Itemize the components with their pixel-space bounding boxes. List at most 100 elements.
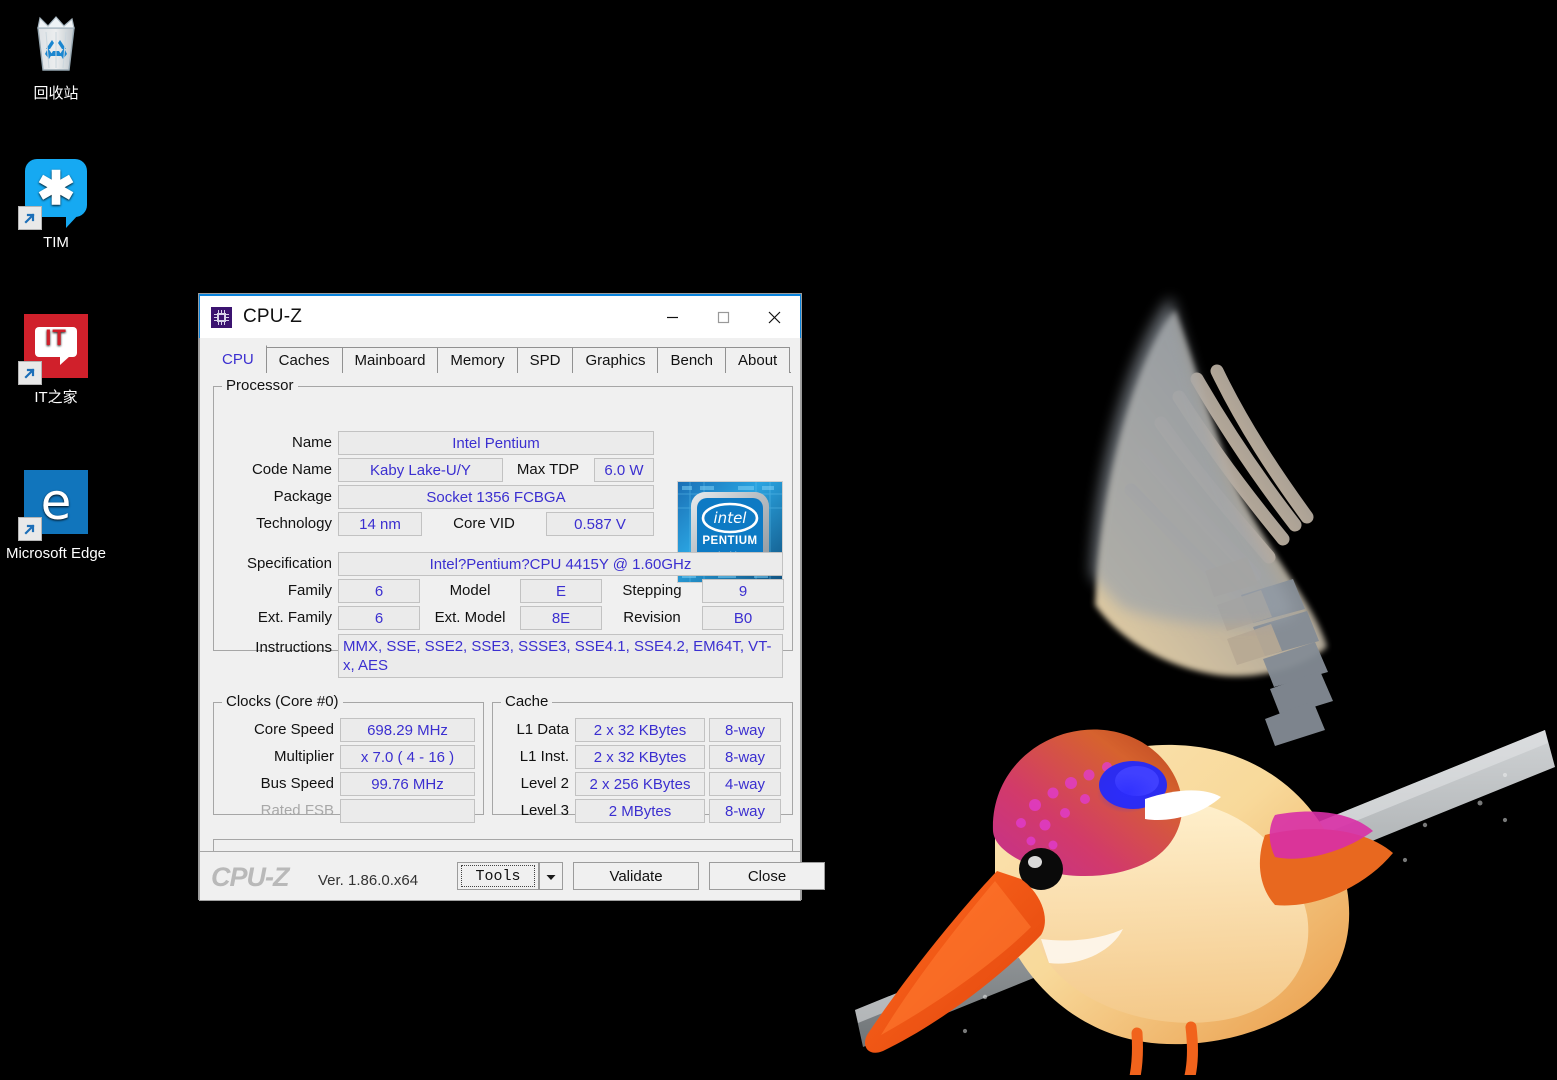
desktop-icon-label: 回收站: [33, 85, 79, 102]
technology-label: Technology: [256, 515, 332, 532]
clocks-group-legend: Clocks (Core #0): [222, 693, 343, 710]
tab-mainboard[interactable]: Mainboard: [341, 347, 439, 373]
core-vid-value: 0.587 V: [546, 512, 654, 536]
desktop-icon-label: Microsoft Edge: [5, 545, 107, 562]
l1-inst-value: 2 x 32 KBytes: [575, 745, 705, 769]
window-footer: CPU-Z Ver. 1.86.0.x64 Tools Validate Clo…: [200, 851, 825, 900]
code-name-label: Code Name: [251, 461, 332, 478]
family-value: 6: [338, 579, 420, 603]
level3-value: 2 MBytes: [575, 799, 705, 823]
tab-cpu[interactable]: CPU: [209, 345, 267, 373]
chevron-down-icon: [546, 868, 556, 885]
tools-button[interactable]: Tools: [457, 862, 539, 890]
close-button-label: Close: [747, 867, 787, 885]
model-value: E: [520, 579, 602, 603]
tab-bar: CPU Caches Mainboard Memory SPD Graphics…: [209, 345, 791, 373]
l1-inst-ways: 8-way: [709, 745, 781, 769]
tab-about[interactable]: About: [725, 347, 791, 373]
maximize-button[interactable]: [698, 296, 749, 338]
family-label: Family: [287, 582, 332, 599]
instructions-value: MMX, SSE, SSE2, SSE3, SSSE3, SSE4.1, SSE…: [338, 634, 783, 678]
ext-family-value: 6: [338, 606, 420, 630]
desktop-icon-microsoft-edge[interactable]: e Microsoft Edge: [0, 468, 112, 563]
bus-speed-value: 99.76 MHz: [340, 772, 475, 796]
window-title: CPU-Z: [243, 306, 303, 327]
technology-value: 14 nm: [338, 512, 422, 536]
ithome-badge-text: IT: [45, 325, 67, 350]
desktop-icon-recycle-bin[interactable]: 回收站: [0, 10, 112, 103]
tab-graphics[interactable]: Graphics: [572, 347, 659, 373]
stepping-value: 9: [702, 579, 784, 603]
bus-speed-label: Bus Speed: [260, 775, 334, 792]
multiplier-label: Multiplier: [273, 748, 334, 765]
microsoft-edge-icon: e: [18, 470, 90, 541]
level2-label: Level 2: [520, 775, 569, 792]
tools-dropdown-button[interactable]: [539, 862, 563, 890]
validate-button[interactable]: Validate: [573, 862, 699, 890]
l1-inst-label: L1 Inst.: [519, 748, 569, 765]
max-tdp-label: Max TDP: [516, 461, 580, 478]
level3-ways: 8-way: [709, 799, 781, 823]
window-client-area: CPU Caches Mainboard Memory SPD Graphics…: [199, 338, 825, 901]
svg-text:PENTIUM: PENTIUM: [702, 535, 757, 547]
shortcut-arrow-icon: [18, 361, 42, 385]
rated-fsb-value: [340, 799, 475, 823]
version-text: Ver. 1.86.0.x64: [318, 872, 419, 889]
validate-button-label: Validate: [609, 867, 663, 885]
cache-group: Cache L1 Data 2 x 32 KBytes 8-way L1 Ins…: [492, 693, 793, 823]
cache-group-legend: Cache: [501, 693, 553, 710]
name-label: Name: [291, 434, 332, 451]
tab-bench[interactable]: Bench: [657, 347, 727, 373]
processor-group: Processor Name Intel Pentium Code Name K…: [213, 377, 793, 678]
ext-model-value: 8E: [520, 606, 602, 630]
close-app-button[interactable]: Close: [709, 862, 825, 890]
tab-label: Memory: [450, 352, 505, 369]
tab-label: SPD: [529, 352, 561, 369]
desktop-icon-tim[interactable]: ✱ TIM: [0, 155, 112, 252]
level2-value: 2 x 256 KBytes: [575, 772, 705, 796]
tab-label: Graphics: [585, 352, 646, 369]
desktop-icon-label: TIM: [43, 234, 69, 251]
level3-label: Level 3: [520, 802, 569, 819]
ext-family-label: Ext. Family: [257, 609, 332, 626]
processor-group-legend: Processor: [222, 377, 298, 394]
window-titlebar[interactable]: CPU-Z: [199, 294, 801, 338]
tim-icon: ✱: [18, 159, 90, 230]
rated-fsb-label: Rated FSB: [260, 802, 334, 819]
desktop-icon-label: IT之家: [34, 389, 78, 406]
tab-spd[interactable]: SPD: [516, 347, 574, 373]
l1-data-ways: 8-way: [709, 718, 781, 742]
multiplier-value: x 7.0 ( 4 - 16 ): [340, 745, 475, 769]
tab-label: CPU: [222, 350, 254, 368]
wallpaper-kingfisher-image: [845, 275, 1555, 1080]
minimize-button[interactable]: [647, 296, 698, 338]
desktop-icon-ithome[interactable]: IT IT之家: [0, 312, 112, 407]
tab-memory[interactable]: Memory: [437, 347, 518, 373]
instructions-label: Instructions: [255, 639, 332, 656]
l1-data-value: 2 x 32 KBytes: [575, 718, 705, 742]
recycle-bin-icon: [22, 10, 90, 78]
cpuz-brand-text: CPU-Z: [211, 862, 289, 892]
cpuz-chip-icon: [211, 306, 232, 328]
cpuz-window: CPU-Z CPU Caches Mainboard Memory SPD Gr…: [199, 294, 825, 901]
package-label: Package: [273, 488, 332, 505]
revision-value: B0: [702, 606, 784, 630]
close-button[interactable]: [749, 296, 800, 338]
level2-ways: 4-way: [709, 772, 781, 796]
tab-label: Caches: [278, 352, 330, 369]
name-value: Intel Pentium: [338, 431, 654, 455]
shortcut-arrow-icon: [18, 206, 42, 230]
core-speed-value: 698.29 MHz: [340, 718, 475, 742]
tab-label: Mainboard: [354, 352, 426, 369]
core-speed-label: Core Speed: [253, 721, 334, 738]
l1-data-label: L1 Data: [516, 721, 569, 738]
clocks-group: Clocks (Core #0) Core Speed 698.29 MHz M…: [213, 693, 484, 823]
tools-button-label: Tools: [461, 865, 535, 887]
package-value: Socket 1356 FCBGA: [338, 485, 654, 509]
stepping-label: Stepping: [622, 582, 682, 599]
shortcut-arrow-icon: [18, 517, 42, 541]
revision-label: Revision: [623, 609, 681, 626]
tab-caches[interactable]: Caches: [265, 347, 343, 373]
ithome-icon: IT: [18, 314, 90, 385]
core-vid-label: Core VID: [453, 515, 515, 532]
